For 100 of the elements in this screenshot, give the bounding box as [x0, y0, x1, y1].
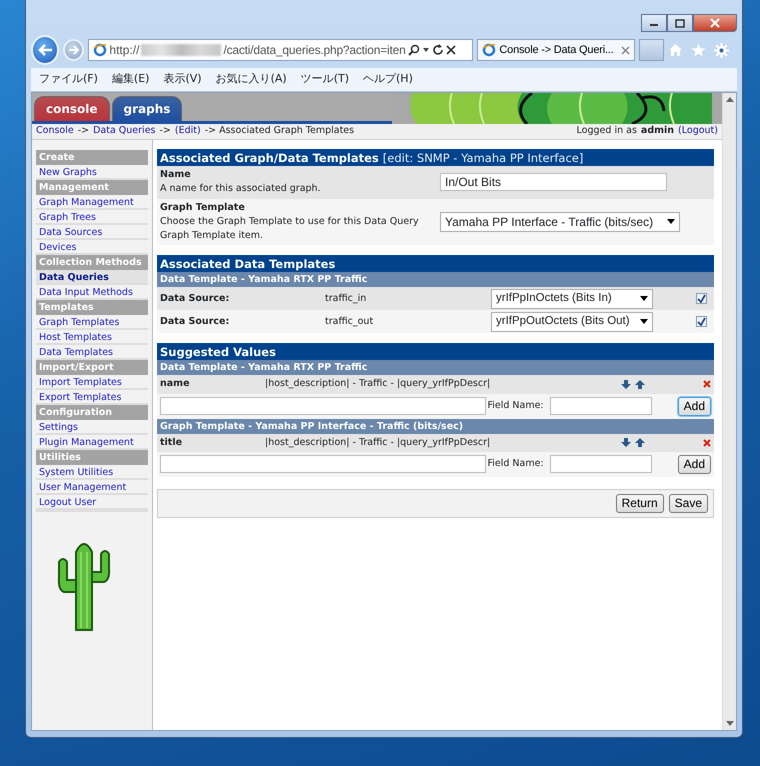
add-button[interactable]: Add	[678, 454, 711, 474]
stop-icon[interactable]	[446, 45, 456, 55]
text-input[interactable]: In/Out Bits	[440, 173, 667, 192]
subsection-header: Graph Template - Yamaha PP Interface - Traffic (bits/sec)	[157, 418, 714, 434]
breadcrumb-link[interactable]: (Edit)	[174, 124, 201, 139]
up-arrow-icon[interactable]	[635, 438, 645, 448]
maximize-icon	[675, 18, 685, 28]
checkbox[interactable]	[696, 316, 707, 328]
field-value: |host_description| - Traffic - |query_yrIfPpDescr|	[265, 436, 490, 450]
browser-icon	[482, 43, 496, 57]
section-header: Associated Data Templates	[157, 255, 714, 272]
header-tab[interactable]: graphs	[112, 96, 182, 121]
data-source-select[interactable]: yrIfPpOutOctets (Bits Out)	[491, 312, 653, 332]
close-icon[interactable]	[621, 46, 630, 54]
field-label: title	[160, 436, 184, 450]
breadcrumb-link[interactable]: Console	[36, 124, 74, 139]
menu-item[interactable]: 編集(E)	[112, 71, 150, 88]
username-text: admin	[640, 124, 674, 138]
login-text: Logged in as	[576, 124, 637, 138]
action-button[interactable]: Return	[616, 494, 664, 513]
sidebar-heading: Utilities	[36, 450, 148, 465]
address-bar[interactable]: http:// /cacti/data_queries.php?action=iten	[88, 39, 474, 61]
field-label: name	[160, 377, 191, 392]
sidebar-heading: Templates	[36, 300, 148, 315]
logout-link[interactable]: (Logout)	[678, 124, 718, 139]
text-input[interactable]	[550, 455, 652, 474]
scroll-up-icon[interactable]	[726, 97, 734, 102]
sidebar-item[interactable]: Logout User	[36, 495, 148, 510]
header-tab[interactable]: console	[34, 96, 110, 121]
sidebar-item[interactable]: Settings	[36, 420, 148, 435]
data-source-select[interactable]: yrIfPpInOctets (Bits In)	[491, 288, 653, 309]
sidebar-heading: Configuration	[36, 405, 148, 420]
text-input[interactable]	[160, 455, 486, 474]
section-header: Suggested Values	[157, 343, 714, 360]
url-text: http://	[109, 42, 140, 59]
sidebar-item[interactable]: Data Sources	[36, 225, 148, 240]
close-icon	[710, 18, 720, 28]
sidebar-heading: Create	[36, 150, 148, 165]
section-header: Associated Graph/Data Templates [edit: SNMP - Yamaha PP Interface]	[157, 149, 714, 166]
back-button[interactable]	[31, 35, 60, 65]
field-value: traffic_in	[325, 292, 368, 306]
delete-icon[interactable]	[703, 380, 711, 388]
menu-item[interactable]: お気に入り(A)	[216, 71, 287, 88]
search-icon[interactable]	[408, 44, 420, 56]
field-label: Field Name:	[487, 457, 544, 472]
text-input[interactable]	[160, 397, 486, 415]
action-button[interactable]: Save	[668, 494, 708, 513]
delete-icon[interactable]	[703, 438, 711, 447]
template-select[interactable]: Yamaha PP Interface - Traffic (bits/sec)	[440, 212, 680, 232]
sidebar-item[interactable]: User Management	[36, 480, 148, 495]
tab-title: Console -> Data Queri...	[499, 42, 614, 58]
breadcrumb-text: ->	[78, 124, 90, 138]
field-label: Data Source:	[160, 314, 230, 329]
field-label: Field Name:	[487, 398, 544, 413]
dropdown-icon	[640, 296, 648, 302]
field-value: |host_description| - Traffic - |query_yrIfPpDescr|	[265, 377, 490, 392]
close-button[interactable]	[693, 14, 737, 32]
sidebar-item[interactable]: Graph Trees	[36, 210, 148, 225]
sidebar-heading: Management	[36, 180, 148, 195]
browser-icon	[93, 43, 108, 57]
maximize-button[interactable]	[667, 14, 693, 32]
sidebar-item[interactable]: Host Templates	[36, 330, 148, 345]
url-text: /cacti/data_queries.php?action=iten	[223, 42, 406, 59]
forward-arrow-icon	[68, 45, 80, 55]
browser-tab[interactable]: Console -> Data Queri...	[477, 39, 636, 61]
sidebar-heading: Collection Methods	[36, 255, 148, 270]
sidebar-item[interactable]: System Utilities	[36, 465, 148, 480]
field-label: Name	[160, 168, 192, 182]
checkbox[interactable]	[696, 293, 707, 304]
field-value: traffic_out	[325, 314, 374, 329]
refresh-icon[interactable]	[432, 44, 444, 56]
dropdown-icon[interactable]	[422, 47, 430, 53]
subsection-header: Data Template - Yamaha RTX PP Traffic	[157, 360, 714, 376]
scroll-down-icon[interactable]	[726, 721, 734, 726]
menu-item[interactable]: ヘルプ(H)	[363, 71, 413, 88]
menu-item[interactable]: 表示(V)	[163, 71, 202, 88]
back-arrow-icon	[37, 43, 54, 57]
text-input[interactable]	[550, 397, 652, 415]
sidebar-item[interactable]: Import Templates	[36, 375, 148, 390]
up-arrow-icon[interactable]	[635, 380, 645, 389]
field-description: Choose the Graph Template to use for this Data Query Graph Template item.	[160, 214, 420, 243]
sidebar-item[interactable]: Data Queries	[36, 270, 148, 285]
dropdown-icon	[667, 219, 675, 224]
sidebar-item[interactable]: Graph Templates	[36, 315, 148, 330]
menu-item[interactable]: ツール(T)	[300, 71, 349, 88]
breadcrumb-text: -> Associated Graph Templates	[204, 124, 354, 138]
breadcrumb-link[interactable]: Data Queries	[93, 124, 156, 139]
dropdown-icon	[640, 319, 648, 324]
star-icon[interactable]	[691, 42, 706, 56]
menu-item[interactable]: ファイル(F)	[39, 71, 98, 88]
down-arrow-icon[interactable]	[621, 380, 631, 389]
add-button[interactable]: Add	[678, 396, 711, 416]
settings-icon[interactable]	[714, 42, 729, 58]
field-label: Graph Template	[160, 200, 246, 214]
down-arrow-icon[interactable]	[621, 438, 631, 448]
field-label: Data Source:	[160, 292, 230, 306]
field-description: A name for this associated graph.	[160, 182, 322, 196]
subsection-header: Data Template - Yamaha RTX PP Traffic	[157, 272, 714, 288]
sidebar-item[interactable]: Graph Management	[36, 195, 148, 210]
minimize-button[interactable]	[641, 14, 667, 32]
